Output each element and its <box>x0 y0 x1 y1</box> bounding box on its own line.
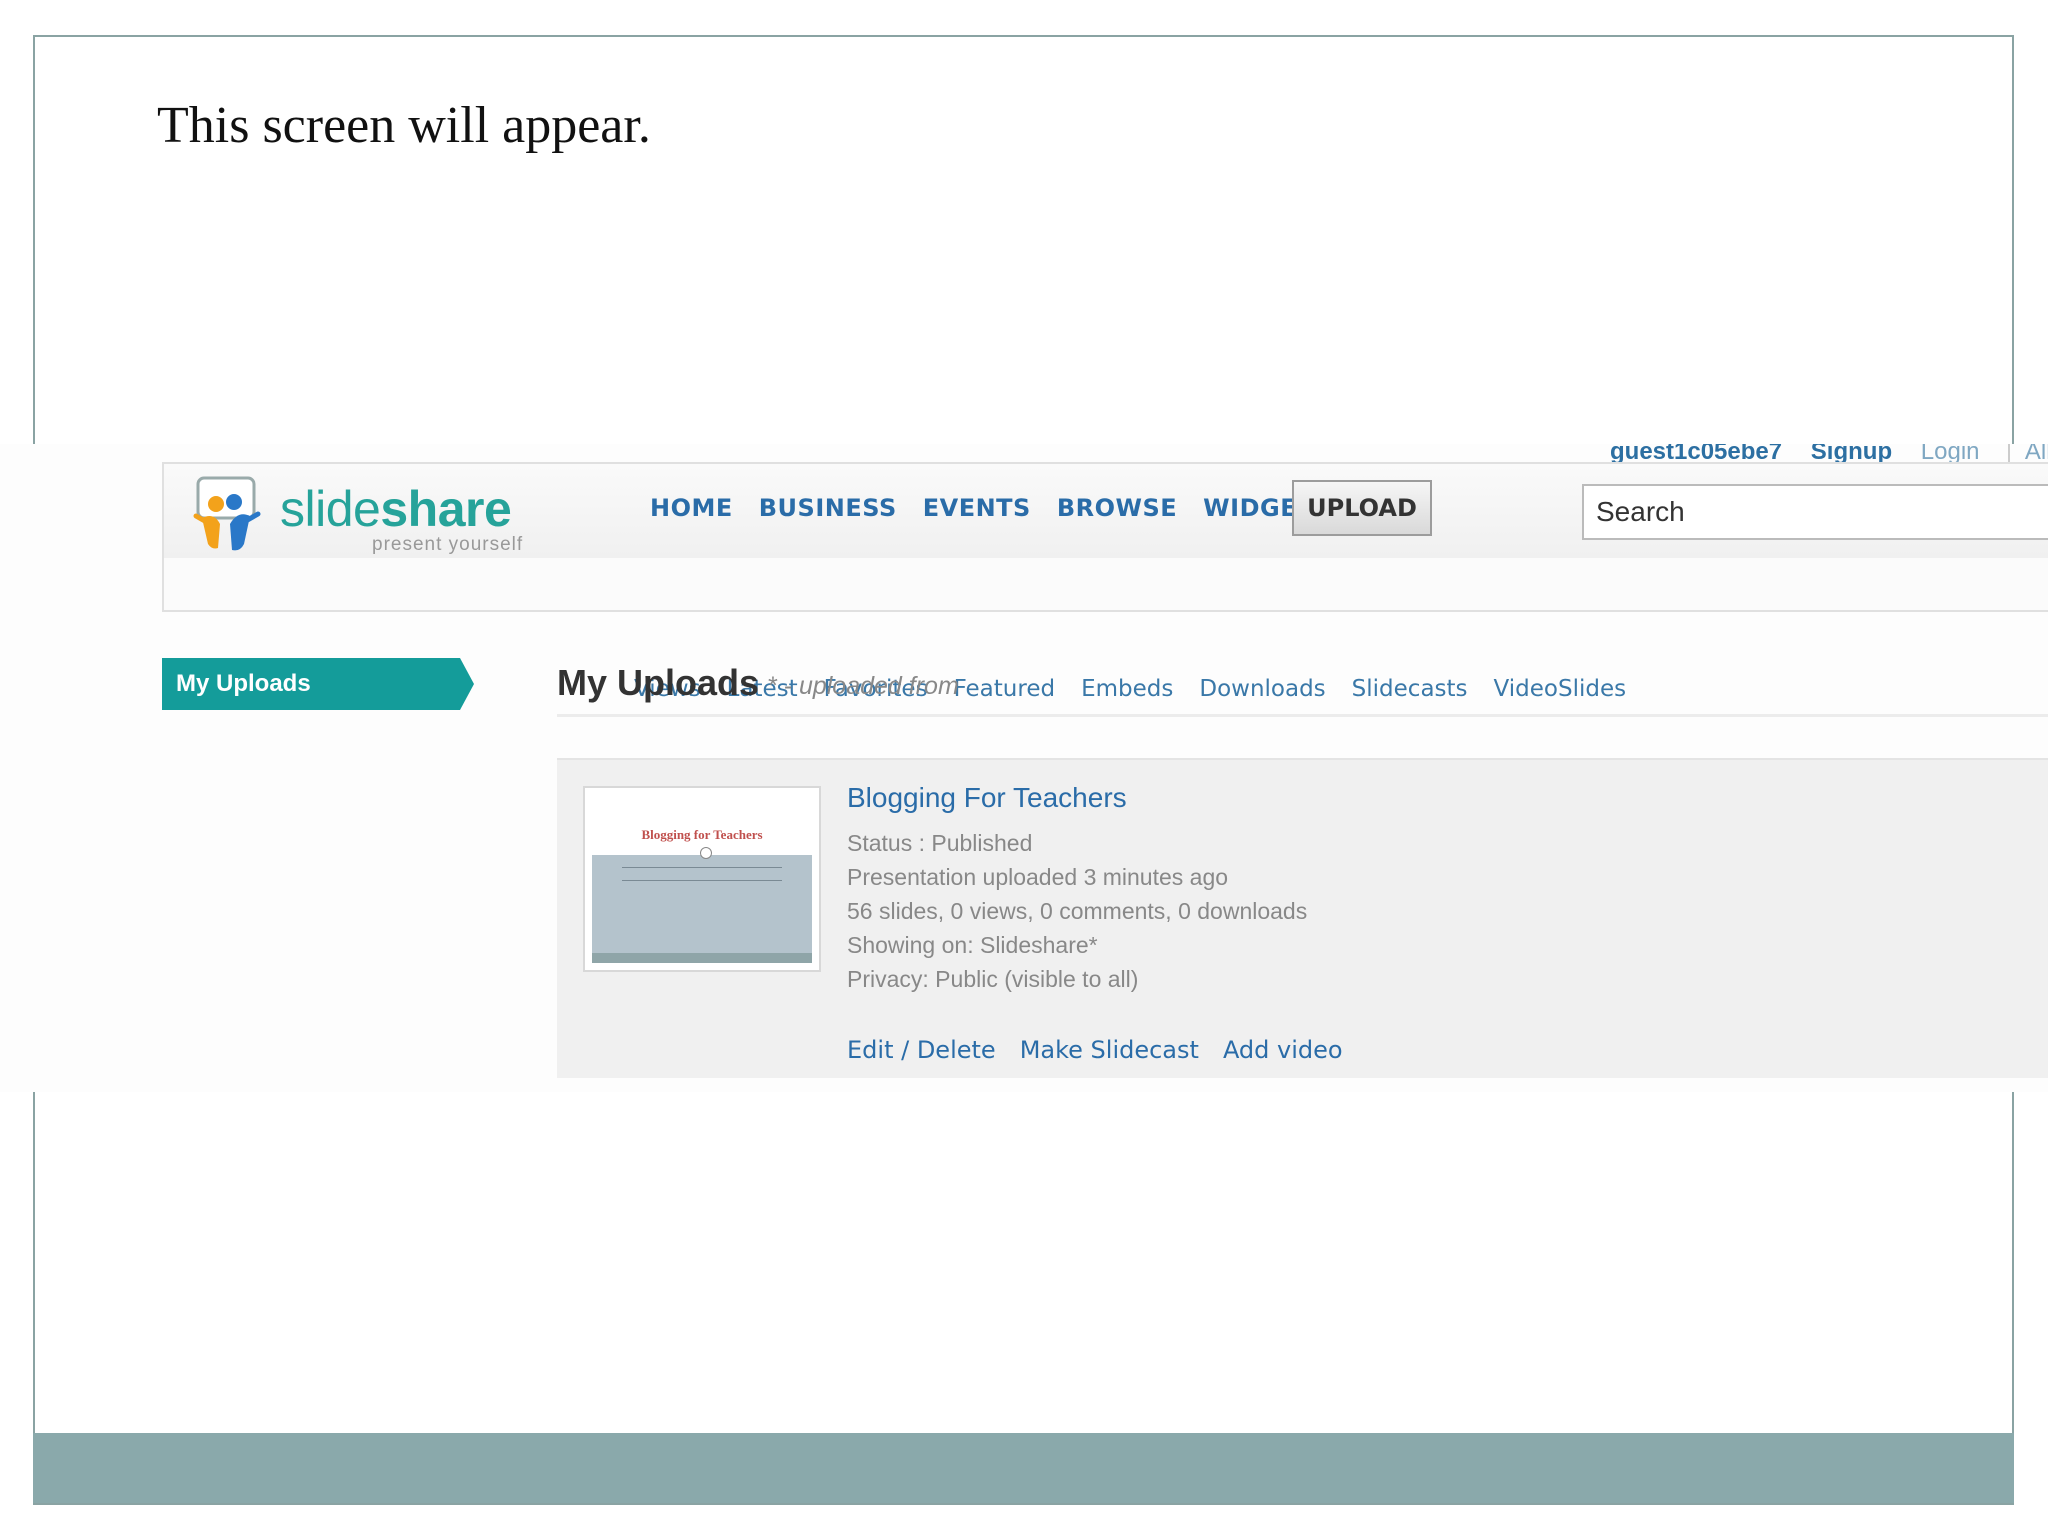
presentation-info: Blogging For Teachers Status : Published… <box>847 782 1307 996</box>
slide-caption: This screen will appear. <box>157 97 651 154</box>
sidebar-item-label: My Uploads <box>176 670 311 697</box>
add-video-link[interactable]: Add video <box>1223 1036 1343 1064</box>
nav-browse[interactable]: BROWSE <box>1057 494 1177 522</box>
presentation-stats: 56 slides, 0 views, 0 comments, 0 downlo… <box>847 898 1308 924</box>
upload-list-item: Blogging for Teachers Blogging For Teach… <box>557 758 2048 1078</box>
header-sub-bar: Views Latest Favorites Featured Embeds D… <box>164 558 2048 702</box>
thumbnail-title: Blogging for Teachers <box>641 827 763 842</box>
upload-button[interactable]: UPLOAD <box>1292 480 1432 536</box>
logo-tagline: present yourself <box>372 534 524 555</box>
site-header: slideshare present yourself HOME BUSINES… <box>162 462 2048 702</box>
sidebar-item-my-uploads[interactable]: My Uploads <box>162 658 474 710</box>
nav-events[interactable]: EVENTS <box>923 494 1031 522</box>
presentation-privacy: Privacy: Public (visible to all) <box>847 966 1139 992</box>
edit-delete-link[interactable]: Edit / Delete <box>847 1036 996 1064</box>
header-top-bar: slideshare present yourself HOME BUSINES… <box>164 464 2048 559</box>
presentation-actions: Edit / Delete Make Slidecast Add video <box>847 1036 1343 1064</box>
presentation-thumbnail[interactable]: Blogging for Teachers <box>583 786 821 972</box>
nav-business[interactable]: BUSINESS <box>759 494 897 522</box>
slide-footer-band <box>33 1433 2014 1503</box>
presentation-showing-on: Showing on: Slideshare* <box>847 932 1098 958</box>
main-nav: HOME BUSINESS EVENTS BROWSE WIDGETS <box>650 494 1332 522</box>
logo-word-light: slide <box>280 481 381 537</box>
thumbnail-top <box>592 795 812 855</box>
thumbnail-text-lines <box>622 867 782 881</box>
page-heading: My Uploads * - uploaded from <box>557 662 2048 717</box>
presentation-status: Status : Published <box>847 830 1033 856</box>
thumbnail-slide: Blogging for Teachers <box>592 795 812 963</box>
thumbnail-base <box>592 953 812 963</box>
thumbnail-circle <box>700 847 712 859</box>
slideshare-screenshot: guest1c05ebe7 Signup Login All slideshar… <box>0 444 2048 1092</box>
make-slidecast-link[interactable]: Make Slidecast <box>1020 1036 1199 1064</box>
logo-wordmark: slideshare <box>280 480 512 538</box>
slideshare-logo-icon <box>193 476 261 551</box>
logo-word-bold: share <box>380 481 512 537</box>
search-input[interactable]: Search <box>1582 484 2048 540</box>
presentation-title-link[interactable]: Blogging For Teachers <box>847 782 1307 814</box>
slideshare-logo[interactable]: slideshare present yourself <box>192 472 542 555</box>
page-title: My Uploads <box>557 662 760 703</box>
nav-home[interactable]: HOME <box>650 494 733 522</box>
page-note: * - uploaded from <box>767 672 959 700</box>
presentation-uploaded: Presentation uploaded 3 minutes ago <box>847 864 1229 890</box>
